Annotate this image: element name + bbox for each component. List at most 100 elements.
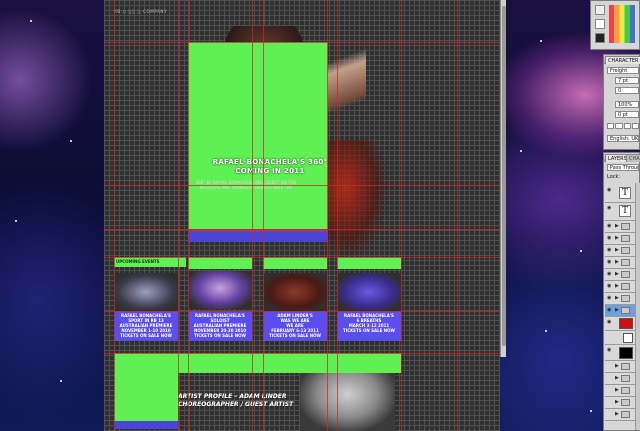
event-3-image (263, 273, 327, 311)
expand-arrow-icon[interactable]: ▶ (615, 308, 619, 313)
character-panel-header: CHARACTER (604, 55, 640, 64)
visibility-eye-icon[interactable]: ◉ (607, 308, 613, 313)
baseline-field[interactable]: 0 pt (615, 111, 639, 118)
layer-row-group[interactable]: ▶ (605, 409, 635, 421)
visibility-eye-icon[interactable]: ◉ (607, 260, 613, 265)
visibility-eye-icon[interactable]: ◉ (607, 296, 613, 301)
visibility-eye-icon[interactable]: ◉ (607, 236, 613, 241)
visibility-eye-icon[interactable]: ◉ (607, 272, 613, 277)
kerning-field[interactable]: 0 (615, 87, 639, 94)
text-style-button[interactable] (615, 123, 623, 129)
red-fill-thumbnail (619, 318, 633, 329)
guide-horizontal (104, 257, 500, 258)
guide-vertical (457, 0, 458, 431)
text-style-button[interactable] (607, 123, 615, 129)
layer-row-red-fill[interactable]: ◉ (605, 317, 635, 331)
expand-arrow-icon[interactable]: ▶ (615, 236, 619, 241)
visibility-eye-icon[interactable]: ◉ (607, 224, 613, 229)
blend-mode-select[interactable]: Pass Through (607, 164, 639, 171)
swatches-grid[interactable] (609, 5, 635, 43)
hero-slice (188, 42, 328, 229)
expand-arrow-icon[interactable]: ▶ (615, 272, 619, 277)
hero-title-line-1: RAFAEL BONACHELA'S 360° (212, 158, 328, 166)
layer-row-group[interactable]: ◉ ▶ (605, 269, 635, 281)
folder-icon (621, 387, 630, 394)
event-3-line-5: TICKETS ON SALE NOW (269, 333, 321, 338)
layer-row-group[interactable]: ◉ ▶ (605, 245, 635, 257)
layer-row-group[interactable]: ▶ (605, 361, 635, 373)
text-style-buttons (607, 123, 639, 129)
star (590, 410, 592, 412)
event-card-3[interactable]: ADAM LINDER'S WAS WE ARE WE ARE FEBRUARY… (263, 311, 327, 341)
event-2-image (188, 271, 252, 309)
canvas-vertical-scrollbar[interactable] (500, 0, 506, 357)
expand-arrow-icon[interactable]: ▶ (615, 296, 619, 301)
expand-arrow-icon[interactable]: ▶ (615, 400, 619, 405)
tab-character[interactable]: CHARACTER (605, 56, 640, 64)
text-style-button[interactable] (623, 123, 631, 129)
profile-side-slice (114, 373, 178, 421)
expand-arrow-icon[interactable]: ▶ (615, 248, 619, 253)
layer-row-group[interactable]: ◉ ▶ (605, 233, 635, 245)
event-3-slice (263, 257, 327, 269)
event-1-line-5: TICKETS ON SALE NOW (120, 333, 172, 338)
layer-row-group[interactable]: ▶ (605, 373, 635, 385)
layer-row-group[interactable]: ◉ ▶ (605, 257, 635, 269)
expand-arrow-icon[interactable]: ▶ (615, 284, 619, 289)
guide-vertical (188, 0, 189, 431)
visibility-eye-icon[interactable]: ◉ (607, 284, 613, 289)
guide-vertical (178, 0, 179, 431)
layer-row-group[interactable]: ▶ (605, 397, 635, 409)
visibility-eye-icon[interactable]: ◉ (607, 206, 613, 211)
layer-row-group-selected[interactable]: ◉ ▶ (605, 305, 635, 317)
visibility-eye-icon[interactable]: ◉ (607, 188, 613, 193)
layers-panel-header: LAYERS CHA (604, 153, 640, 162)
language-select[interactable]: English: UK (607, 135, 639, 142)
expand-arrow-icon[interactable]: ▶ (615, 224, 619, 229)
folder-icon (621, 235, 630, 242)
layer-row-group[interactable]: ◉ ▶ (605, 221, 635, 233)
expand-arrow-icon[interactable]: ▶ (615, 376, 619, 381)
layer-row-group[interactable]: ▶ (605, 385, 635, 397)
layer-row-mask[interactable] (605, 331, 635, 345)
tab-channels[interactable]: CHA (626, 154, 640, 162)
folder-icon (621, 363, 630, 370)
star (30, 20, 32, 22)
expand-arrow-icon[interactable]: ▶ (615, 412, 619, 417)
layer-row-group[interactable]: ◉ ▶ (605, 281, 635, 293)
screen: RB ∕∕ ░░ ░ COMPANY RAFAEL BONACHELA'S 36… (0, 0, 640, 431)
expand-arrow-icon[interactable]: ▶ (615, 260, 619, 265)
layers-scrollbar[interactable] (635, 183, 640, 430)
visibility-eye-icon[interactable]: ◉ (607, 320, 613, 325)
event-card-1[interactable]: RAFAEL BONACHELA'S SPORT IN RB 13 AUSTRA… (114, 311, 178, 341)
event-card-2[interactable]: RAFAEL BONACHELA'S SOLOIST AUSTRALIAN PR… (188, 311, 252, 341)
star (60, 380, 62, 382)
profile-line-2: CHOREOGRAPHER / GUEST ARTIST (178, 401, 294, 408)
event-2-line-5: TICKETS ON SALE NOW (194, 333, 246, 338)
layer-row-black-fill[interactable]: ◉ (605, 345, 635, 361)
event-card-4[interactable]: RAFAEL BONACHELA'S 6 BREATHS MARCH 3-12 … (337, 311, 401, 341)
event-2-slice (188, 257, 252, 269)
folder-icon (621, 399, 630, 406)
layer-row-group[interactable]: ◉ ▶ (605, 293, 635, 305)
white-swatch-icon[interactable] (595, 19, 605, 29)
tools-panel (590, 0, 640, 50)
expand-arrow-icon[interactable]: ▶ (615, 364, 619, 369)
font-size-field[interactable]: 7 pt (615, 77, 639, 84)
expand-arrow-icon[interactable]: ▶ (615, 388, 619, 393)
site-header-label: RB ∕∕ ░░ ░ COMPANY (114, 9, 168, 14)
visibility-eye-icon[interactable]: ◉ (607, 248, 613, 253)
guide-vertical (337, 0, 338, 431)
black-swatch-icon[interactable] (595, 33, 605, 43)
guide-vertical (401, 0, 402, 431)
color-picker-tool-icon[interactable] (595, 5, 605, 15)
hero-title: RAFAEL BONACHELA'S 360° COMING IN 2011 (190, 158, 350, 176)
visibility-eye-icon[interactable]: ◉ (607, 348, 613, 353)
profile-line-1: ARTIST PROFILE – ADAM LINDER (178, 393, 287, 400)
scale-field[interactable]: 100% (615, 101, 639, 108)
font-family-field[interactable]: Freight (607, 67, 639, 74)
scrollbar-thumb[interactable] (502, 6, 506, 346)
layer-row-text[interactable]: ◉ T (605, 203, 635, 221)
layer-row-text[interactable]: ◉ T (605, 185, 635, 203)
text-style-button[interactable] (631, 123, 639, 129)
